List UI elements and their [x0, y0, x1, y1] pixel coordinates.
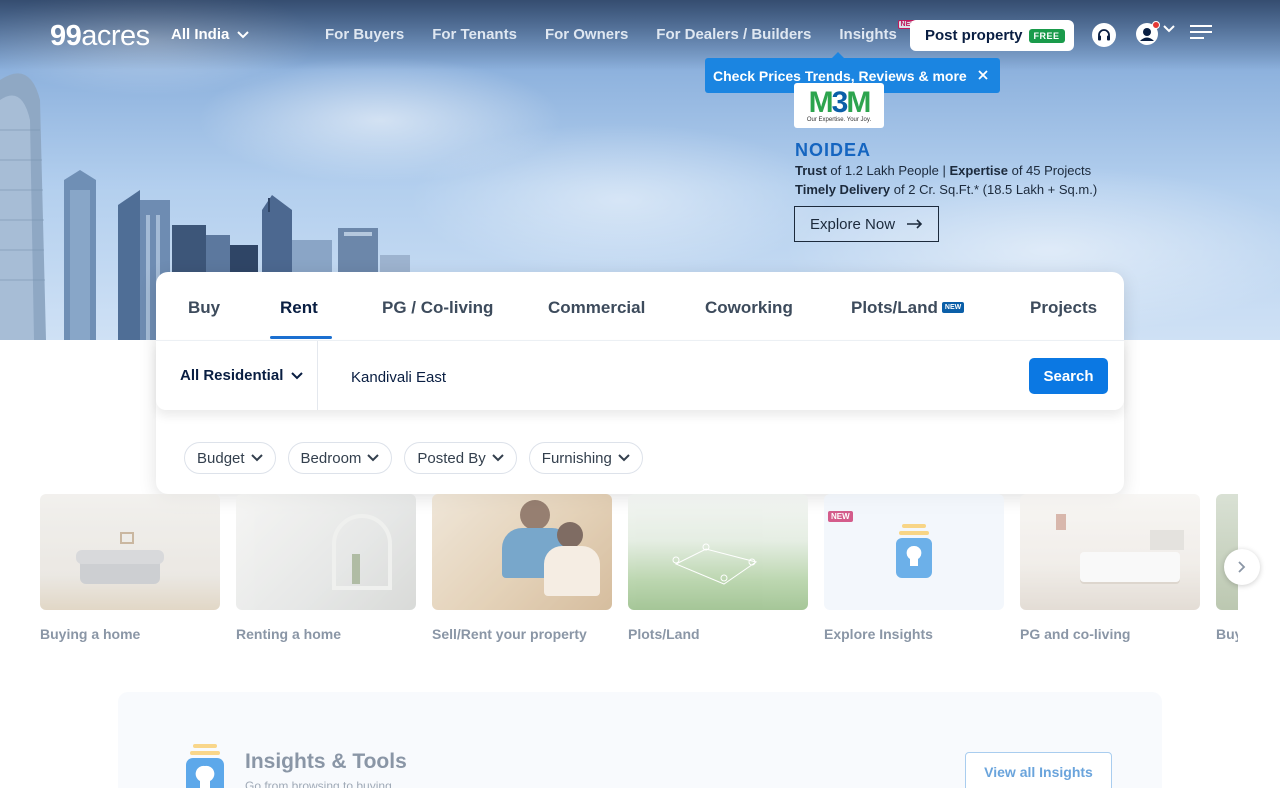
- search-input[interactable]: [351, 365, 991, 389]
- chevron-right-icon: [1238, 561, 1246, 573]
- category-label: Renting a home: [236, 626, 342, 642]
- tab-rent[interactable]: Rent: [280, 298, 318, 318]
- main-nav: For Buyers For Tenants For Owners For De…: [325, 20, 920, 43]
- chevron-down-icon: [250, 454, 263, 462]
- tab-commercial[interactable]: Commercial: [548, 298, 645, 318]
- category-sell-rent-property[interactable]: Sell/Rent your property: [432, 494, 612, 642]
- post-property-button[interactable]: Post property FREE: [910, 20, 1074, 51]
- arrow-right-icon: [907, 219, 923, 229]
- search-card: Buy Rent PG / Co-living Commercial Cowor…: [156, 272, 1124, 494]
- couple-image: [432, 494, 612, 610]
- category-pg-coliving[interactable]: PG and co-living: [1020, 494, 1200, 642]
- nav-insights[interactable]: Insights NEW: [839, 20, 920, 43]
- nav-insights-label: Insights: [839, 26, 897, 43]
- tab-buy[interactable]: Buy: [188, 298, 220, 318]
- logo-tagline: Our Expertise. Your Joy.: [806, 116, 872, 123]
- notification-dot: [1152, 21, 1160, 29]
- headset-icon[interactable]: [1092, 23, 1116, 47]
- filter-bedroom[interactable]: Bedroom: [287, 442, 393, 474]
- tab-pg-coliving[interactable]: PG / Co-living: [382, 298, 493, 318]
- chevron-down-icon: [492, 454, 504, 462]
- category-label: Sell/Rent your property: [432, 626, 587, 642]
- ad-title: NOIDEA: [795, 140, 872, 160]
- m3m-logo[interactable]: M3M Our Expertise. Your Joy.: [794, 83, 884, 128]
- insights-card-image: NEW: [824, 494, 1004, 610]
- hamburger-menu-icon[interactable]: [1190, 24, 1214, 42]
- chevron-down-icon: [237, 30, 250, 38]
- chevron-down-icon: [618, 454, 630, 462]
- category-renting-home[interactable]: Renting a home: [236, 494, 416, 642]
- tab-projects[interactable]: Projects: [1030, 298, 1097, 318]
- new-badge: NEW: [941, 302, 965, 313]
- explore-now-label: Explore Now: [810, 215, 896, 233]
- nav-for-tenants[interactable]: For Tenants: [432, 26, 517, 43]
- tooltip-text: Check Prices Trends, Reviews & more: [713, 67, 967, 84]
- lightbulb-icon: [896, 524, 932, 578]
- category-plots-land[interactable]: Plots/Land: [628, 494, 808, 642]
- bright-room-image: [236, 494, 416, 610]
- free-badge: FREE: [1028, 28, 1065, 43]
- nav-for-dealers-builders[interactable]: For Dealers / Builders: [656, 26, 811, 43]
- tab-plots-land[interactable]: Plots/Land NEW: [851, 298, 965, 318]
- category-label: Buying a home: [40, 626, 141, 642]
- ad-line-2: Timely Delivery of 2 Cr. Sq.Ft.* (18.5 L…: [795, 182, 1098, 197]
- city-label: All India: [171, 26, 230, 43]
- nav-for-buyers[interactable]: For Buyers: [325, 26, 404, 43]
- filter-chips: Budget Bedroom Posted By Furnishing: [184, 442, 643, 474]
- tab-coworking[interactable]: Coworking: [705, 298, 793, 318]
- insights-tools-section: Insights & Tools Go from browsing to buy…: [118, 692, 1162, 788]
- search-tabs: Buy Rent PG / Co-living Commercial Cowor…: [156, 272, 1124, 341]
- filter-furnishing[interactable]: Furnishing: [528, 442, 643, 474]
- section-subtitle: Go from browsing to buying: [245, 779, 392, 788]
- city-selector[interactable]: All India: [171, 26, 250, 43]
- carousel-next-button[interactable]: [1224, 549, 1260, 585]
- logo-word: acres: [81, 20, 150, 52]
- chevron-down-icon: [367, 454, 380, 462]
- divider: [317, 341, 318, 410]
- ad-line-1: Trust of 1.2 Lakh People | Expertise of …: [795, 163, 1092, 178]
- active-tab-indicator: [270, 336, 332, 339]
- filter-posted-by[interactable]: Posted By: [404, 442, 517, 474]
- category-label: PG and co-living: [1020, 626, 1131, 642]
- category-label: Buy: [1216, 626, 1238, 642]
- site-logo[interactable]: 99acres: [50, 20, 150, 53]
- post-property-label: Post property: [925, 27, 1023, 44]
- close-icon[interactable]: [976, 68, 990, 82]
- living-room-image: [40, 494, 220, 610]
- view-all-insights-button[interactable]: View all Insights: [965, 752, 1112, 788]
- bedroom-image: [1020, 494, 1200, 610]
- nav-for-owners[interactable]: For Owners: [545, 26, 628, 43]
- chevron-down-icon: [291, 371, 304, 379]
- property-type-label: All Residential: [180, 367, 284, 384]
- filter-budget[interactable]: Budget: [184, 442, 276, 474]
- search-button[interactable]: Search: [1029, 358, 1108, 394]
- land-image: [628, 494, 808, 610]
- lightbulb-icon: [186, 744, 224, 788]
- category-label: Plots/Land: [628, 626, 700, 642]
- category-explore-insights[interactable]: NEW Explore Insights: [824, 494, 1004, 642]
- section-title: Insights & Tools: [245, 750, 407, 773]
- new-badge: NEW: [828, 511, 853, 522]
- explore-now-button[interactable]: Explore Now: [794, 206, 939, 242]
- logo-number: 99: [50, 20, 82, 52]
- category-buying-home[interactable]: Buying a home: [40, 494, 220, 642]
- search-bar: All Residential Search: [156, 341, 1124, 410]
- category-carousel: Buying a home Renting a home Sell/Rent y…: [40, 494, 1238, 654]
- property-type-dropdown[interactable]: All Residential: [180, 367, 304, 384]
- chevron-down-icon[interactable]: [1163, 25, 1175, 33]
- category-label: Explore Insights: [824, 626, 933, 642]
